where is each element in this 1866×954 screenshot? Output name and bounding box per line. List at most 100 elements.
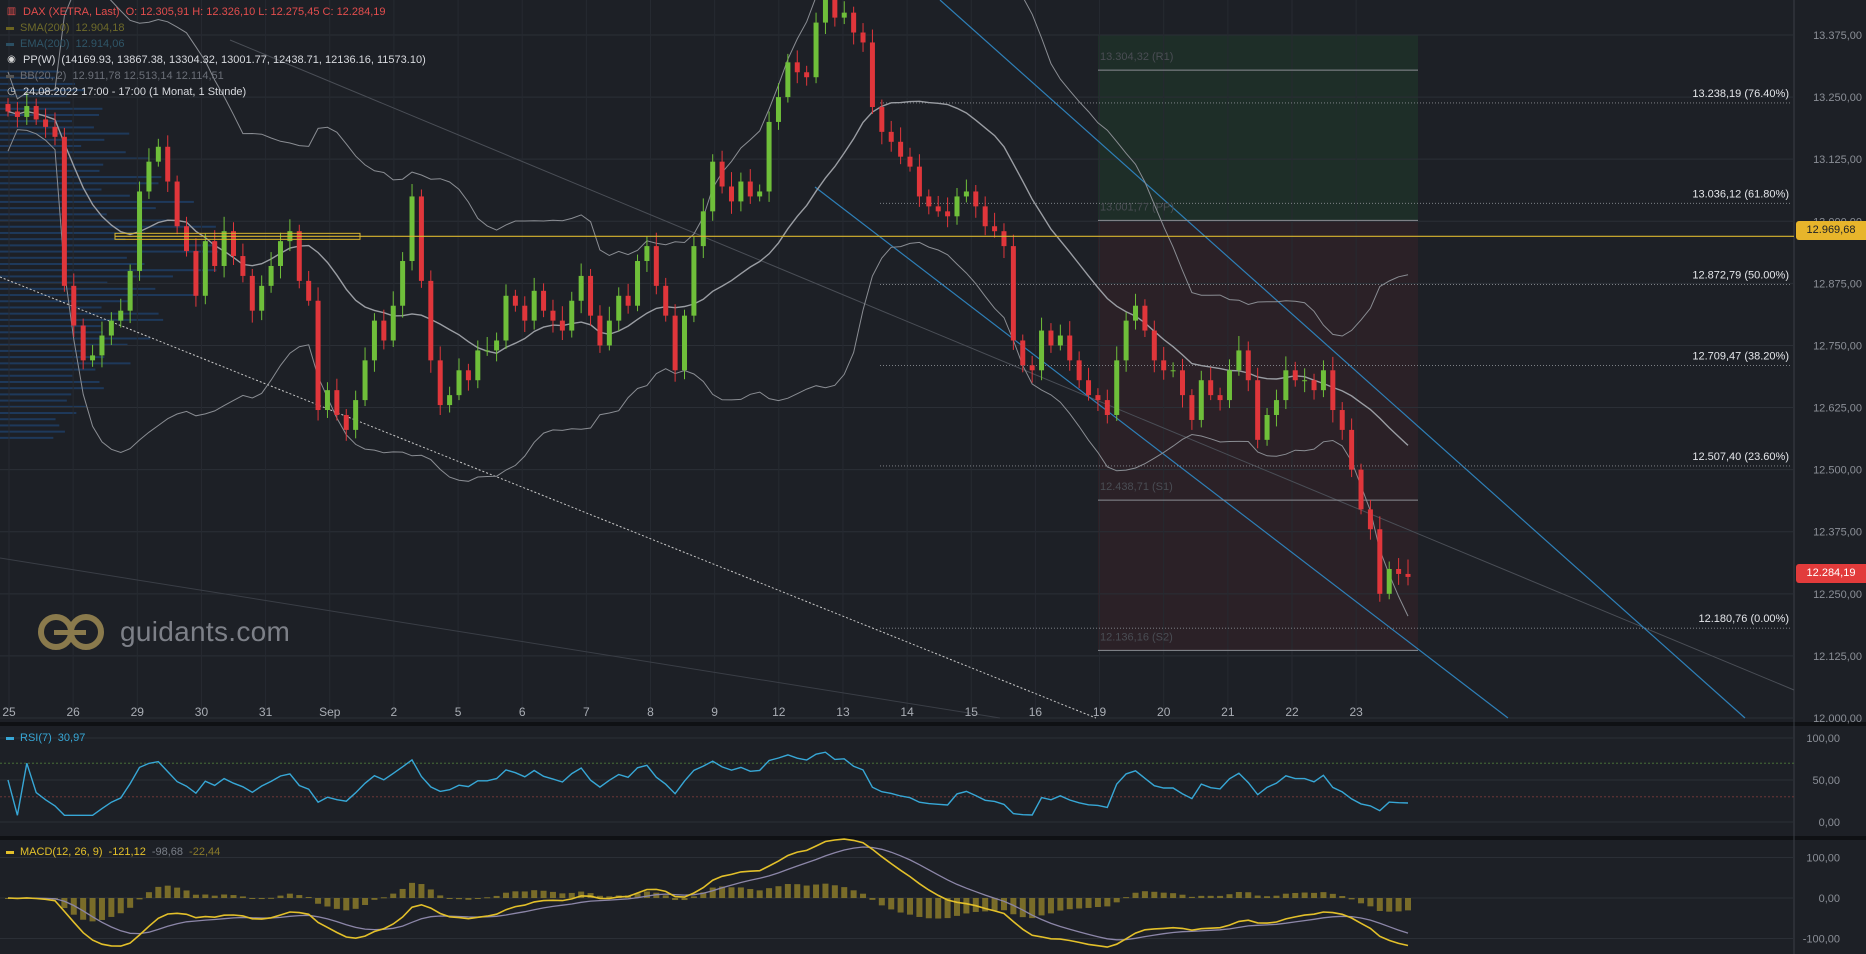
candle-body (14, 111, 20, 117)
volume-bar (0, 188, 102, 191)
date-tick-label: 13 (836, 705, 850, 719)
candle-body (1161, 360, 1167, 371)
candle-body (362, 360, 368, 401)
candle-body (822, 0, 828, 23)
candle-body (1358, 469, 1364, 510)
candle-body (99, 335, 105, 356)
macd-hist-bar (183, 890, 190, 898)
rsi-legend: RSI(7) 30,97 (6, 730, 85, 746)
candle-body (719, 161, 725, 187)
candle-body (935, 206, 941, 212)
macd-hist-bar (1085, 898, 1092, 908)
macd-hist-bar (831, 885, 838, 898)
pivot-icon: ◉ (7, 54, 16, 65)
candle-body (1396, 568, 1402, 574)
macd-hist-bar (1292, 892, 1299, 898)
macd-hist-bar (1198, 895, 1205, 898)
candle-body (484, 350, 490, 352)
candle-body (578, 275, 584, 301)
pp-label[interactable]: PP(W) (23, 52, 55, 68)
candle-body (804, 72, 810, 78)
candle-body (1236, 350, 1242, 371)
volume-bar (0, 145, 82, 148)
candle-body (728, 186, 734, 202)
macd-hist-bar (869, 898, 876, 900)
macd-label[interactable]: MACD(12, 26, 9) (20, 844, 103, 860)
candle-body (277, 241, 283, 266)
volume-bar (0, 169, 100, 172)
candle-body (306, 280, 312, 301)
price-tick-label: 12.125,00 (1813, 651, 1862, 663)
macd-hist-bar (888, 898, 895, 910)
macd-hist-bar (333, 898, 340, 909)
macd-hist-bar (662, 895, 669, 898)
candle-body (371, 320, 377, 361)
macd-hist-bar (1395, 898, 1402, 912)
candle-body (1367, 509, 1373, 530)
candle-body (475, 350, 481, 381)
volume-bar (0, 213, 107, 216)
macd-hist-bar (690, 896, 697, 898)
candle-body (1010, 246, 1016, 341)
macd-hist-bar (878, 898, 885, 906)
volume-bar (0, 300, 132, 303)
candle-body (24, 106, 30, 117)
ema-value: 12.914,06 (75, 38, 125, 50)
macd-hist-bar (1000, 898, 1007, 911)
bb-values: 12.911,78 12.513,14 12.114,51 (72, 70, 224, 82)
candle-body (33, 106, 39, 120)
macd-hist-bar (418, 884, 425, 898)
ema-label[interactable]: EMA(200) (20, 36, 70, 52)
macd-hist-bar (1076, 898, 1083, 909)
fib-label: 12.180,76 (0.00%) (1698, 613, 1789, 625)
candle-body (1292, 370, 1298, 381)
macd-hist-bar (531, 890, 538, 898)
candle-body (52, 126, 58, 137)
macd-hist-bar (108, 898, 115, 917)
rsi-label[interactable]: RSI(7) (20, 730, 52, 746)
volume-bar (0, 337, 151, 340)
macd-hist-bar (1245, 892, 1252, 898)
sma-label[interactable]: SMA(200) (20, 20, 70, 36)
volume-bar (0, 225, 216, 228)
volume-bar (0, 436, 54, 439)
candle-body (202, 241, 208, 296)
macd-hist-bar (916, 898, 923, 917)
candle-body (541, 290, 547, 311)
candle-body (428, 280, 434, 361)
macd-hist-bar (493, 895, 500, 898)
last-price-tag: 12.284,19 (1796, 564, 1866, 583)
macd-hist-bar (1047, 898, 1054, 914)
candle-body (1255, 380, 1261, 440)
candle-body (691, 246, 697, 316)
candle-body (296, 231, 302, 281)
pivot-label: 13.001,77 (PP) (1100, 201, 1174, 213)
date-tick-label: 25 (2, 705, 16, 719)
volume-bar (0, 393, 72, 396)
candle-body (503, 295, 509, 341)
volume-bar (0, 387, 104, 390)
candle-body (1029, 365, 1035, 371)
macd-hist-bar (1066, 898, 1073, 910)
pivot-price-tag: 12.969,68 (1796, 221, 1866, 240)
volume-bar (0, 430, 65, 433)
candle-body (465, 370, 471, 381)
macd-hist-bar (380, 897, 387, 899)
date-tick-label: 15 (965, 705, 979, 719)
macd-hist-bar (1113, 898, 1120, 903)
macd-hist-bar (935, 898, 942, 919)
candle-body (907, 156, 913, 167)
candle-body (1386, 568, 1392, 594)
macd-hist-bar (784, 884, 791, 898)
date-tick-label: 2 (391, 705, 398, 719)
volume-bar (0, 275, 173, 278)
candle-body (1320, 370, 1326, 391)
candle-body (1142, 305, 1148, 331)
candle-body (381, 320, 387, 341)
symbol-label[interactable]: DAX (XETRA, Last) (23, 4, 120, 20)
bb-label[interactable]: BB(20, 2) (20, 68, 66, 84)
candle-body (992, 226, 998, 232)
candle-body (184, 226, 190, 252)
candle-body (1217, 395, 1223, 401)
macd-hist-bar (202, 894, 209, 898)
